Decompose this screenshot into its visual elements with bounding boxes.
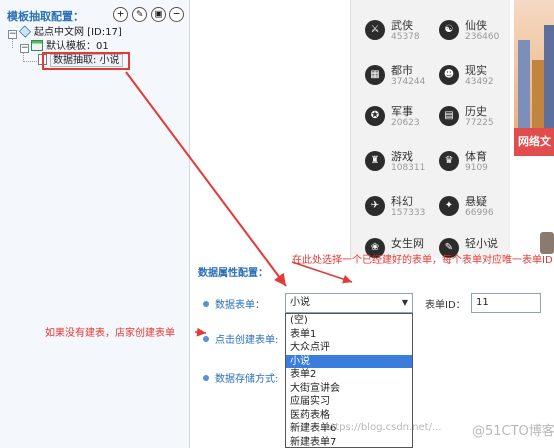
category-item[interactable]: ✪ 军事 20623 — [357, 98, 435, 138]
storage-field-label-text: 数据存储方式: — [215, 374, 279, 385]
annotation-create-form: 如果没有建表，店家创建表单 — [45, 328, 175, 339]
create-form-link-text: 点击创建表单: — [215, 335, 279, 346]
form-select-value: 小说 — [290, 297, 310, 308]
dropdown-option[interactable]: 新建表单7 — [286, 436, 412, 448]
history-icon: ▤ — [439, 106, 459, 126]
mystery-icon: ✦ — [439, 196, 459, 216]
bullet-icon — [203, 301, 209, 307]
category-name: 军事 — [391, 105, 413, 118]
tree-node-template-label: 默认模板：01 — [46, 41, 109, 52]
person-icon: ☻ — [439, 65, 459, 85]
game-icon: ♜ — [365, 151, 385, 171]
dropdown-option[interactable]: 医药表格 — [286, 409, 412, 423]
category-item[interactable]: ♛ 体育 9109 — [431, 143, 509, 183]
category-count: 43492 — [465, 77, 494, 87]
form-select[interactable]: 小说 ▼ — [285, 293, 413, 313]
category-item[interactable]: ▦ 都市 374244 — [357, 57, 435, 97]
highlight-box — [42, 52, 130, 70]
category-count: 77225 — [465, 118, 494, 128]
category-item[interactable]: ▤ 历史 77225 — [431, 98, 509, 138]
category-item[interactable]: ☯ 仙侠 236460 — [431, 12, 509, 52]
sword-icon: ⚔ — [365, 20, 385, 40]
category-panel: ⚔ 武侠 45378 ☯ 仙侠 236460 ▦ 都市 374244 ☻ 现实 … — [350, 0, 510, 258]
create-form-link[interactable]: 点击创建表单: — [203, 331, 278, 346]
tree-node-root[interactable]: − 起点中文网 [ID:17] — [8, 25, 122, 40]
form-field-label-text: 数据表单： — [215, 300, 265, 311]
trophy-icon: ♛ — [439, 151, 459, 171]
category-count: 236460 — [465, 32, 500, 42]
collapse-toggle-icon[interactable]: − — [8, 30, 17, 39]
watermark-url: https://blog.csdn.net/... — [325, 422, 442, 433]
category-count: 45378 — [391, 32, 420, 42]
tree-connector — [23, 61, 37, 62]
scifi-icon: ✈ — [365, 196, 385, 216]
banner-label[interactable]: 网络文 — [514, 128, 554, 156]
save-icon[interactable]: ▣ — [151, 7, 166, 22]
category-name: 武侠 — [391, 19, 413, 32]
remove-icon[interactable]: − — [169, 7, 184, 22]
category-count: 374244 — [391, 77, 426, 87]
category-count: 20623 — [391, 118, 420, 128]
chevron-down-icon[interactable]: ▼ — [402, 294, 408, 312]
category-name: 轻小说 — [465, 237, 498, 250]
cube-icon — [18, 25, 32, 38]
template-panel-title: 模板抽取配置： — [7, 10, 84, 23]
form-id-input[interactable]: 11 — [471, 293, 541, 313]
category-item[interactable]: ✦ 悬疑 66996 — [431, 188, 509, 228]
bullet-icon — [203, 336, 209, 342]
category-item[interactable]: ✈ 科幻 157333 — [357, 188, 435, 228]
dropdown-option[interactable]: 大众点评 — [286, 341, 412, 355]
category-name: 都市 — [391, 64, 413, 77]
category-name: 女生网 — [391, 237, 424, 250]
fairy-icon: ☯ — [439, 20, 459, 40]
category-count: 9109 — [465, 163, 488, 173]
category-item[interactable]: ☻ 现实 43492 — [431, 57, 509, 97]
category-item[interactable]: ⚔ 武侠 45378 — [357, 12, 435, 52]
form-field-label: 数据表单： — [203, 296, 265, 311]
annotation-select-form: 在此处选择一个已经建好的表单，每个表单对应唯一表单ID — [292, 255, 553, 266]
category-name: 历史 — [465, 105, 487, 118]
category-item[interactable]: ♜ 游戏 108311 — [357, 143, 435, 183]
edit-icon[interactable]: ✎ — [132, 7, 147, 22]
military-icon: ✪ — [365, 106, 385, 126]
dropdown-option[interactable]: 表单2 — [286, 368, 412, 382]
dropdown-option-selected[interactable]: 小说 — [286, 354, 412, 368]
watermark-brand: @51CTO博客 — [472, 424, 554, 439]
city-icon: ▦ — [365, 65, 385, 85]
add-icon[interactable]: + — [113, 7, 128, 22]
category-name: 游戏 — [391, 150, 413, 163]
storage-field-label: 数据存储方式: — [203, 370, 278, 385]
category-count: 157333 — [391, 208, 426, 218]
bullet-icon — [203, 375, 209, 381]
dropdown-option[interactable]: 大街宣讲会 — [286, 382, 412, 396]
category-name: 体育 — [465, 150, 487, 163]
tree-node-root-label: 起点中文网 [ID:17] — [34, 27, 122, 38]
category-name: 仙侠 — [465, 19, 487, 32]
dropdown-option[interactable]: 应届实习 — [286, 395, 412, 409]
dropdown-option[interactable]: 表单1 — [286, 328, 412, 342]
collapse-toggle-icon[interactable]: − — [20, 44, 29, 53]
category-name: 悬疑 — [465, 195, 487, 208]
category-count: 66996 — [465, 208, 494, 218]
category-count: 108311 — [391, 163, 426, 173]
dropdown-option[interactable]: (空) — [286, 314, 412, 328]
table-icon — [31, 40, 43, 51]
category-name: 现实 — [465, 64, 487, 77]
category-name: 科幻 — [391, 195, 413, 208]
template-panel-header: 模板抽取配置： + ✎ ▣ − — [0, 0, 190, 28]
attribute-panel-title: 数据属性配置： — [198, 268, 268, 279]
avatar — [540, 232, 554, 254]
form-id-label: 表单ID： — [425, 300, 466, 311]
